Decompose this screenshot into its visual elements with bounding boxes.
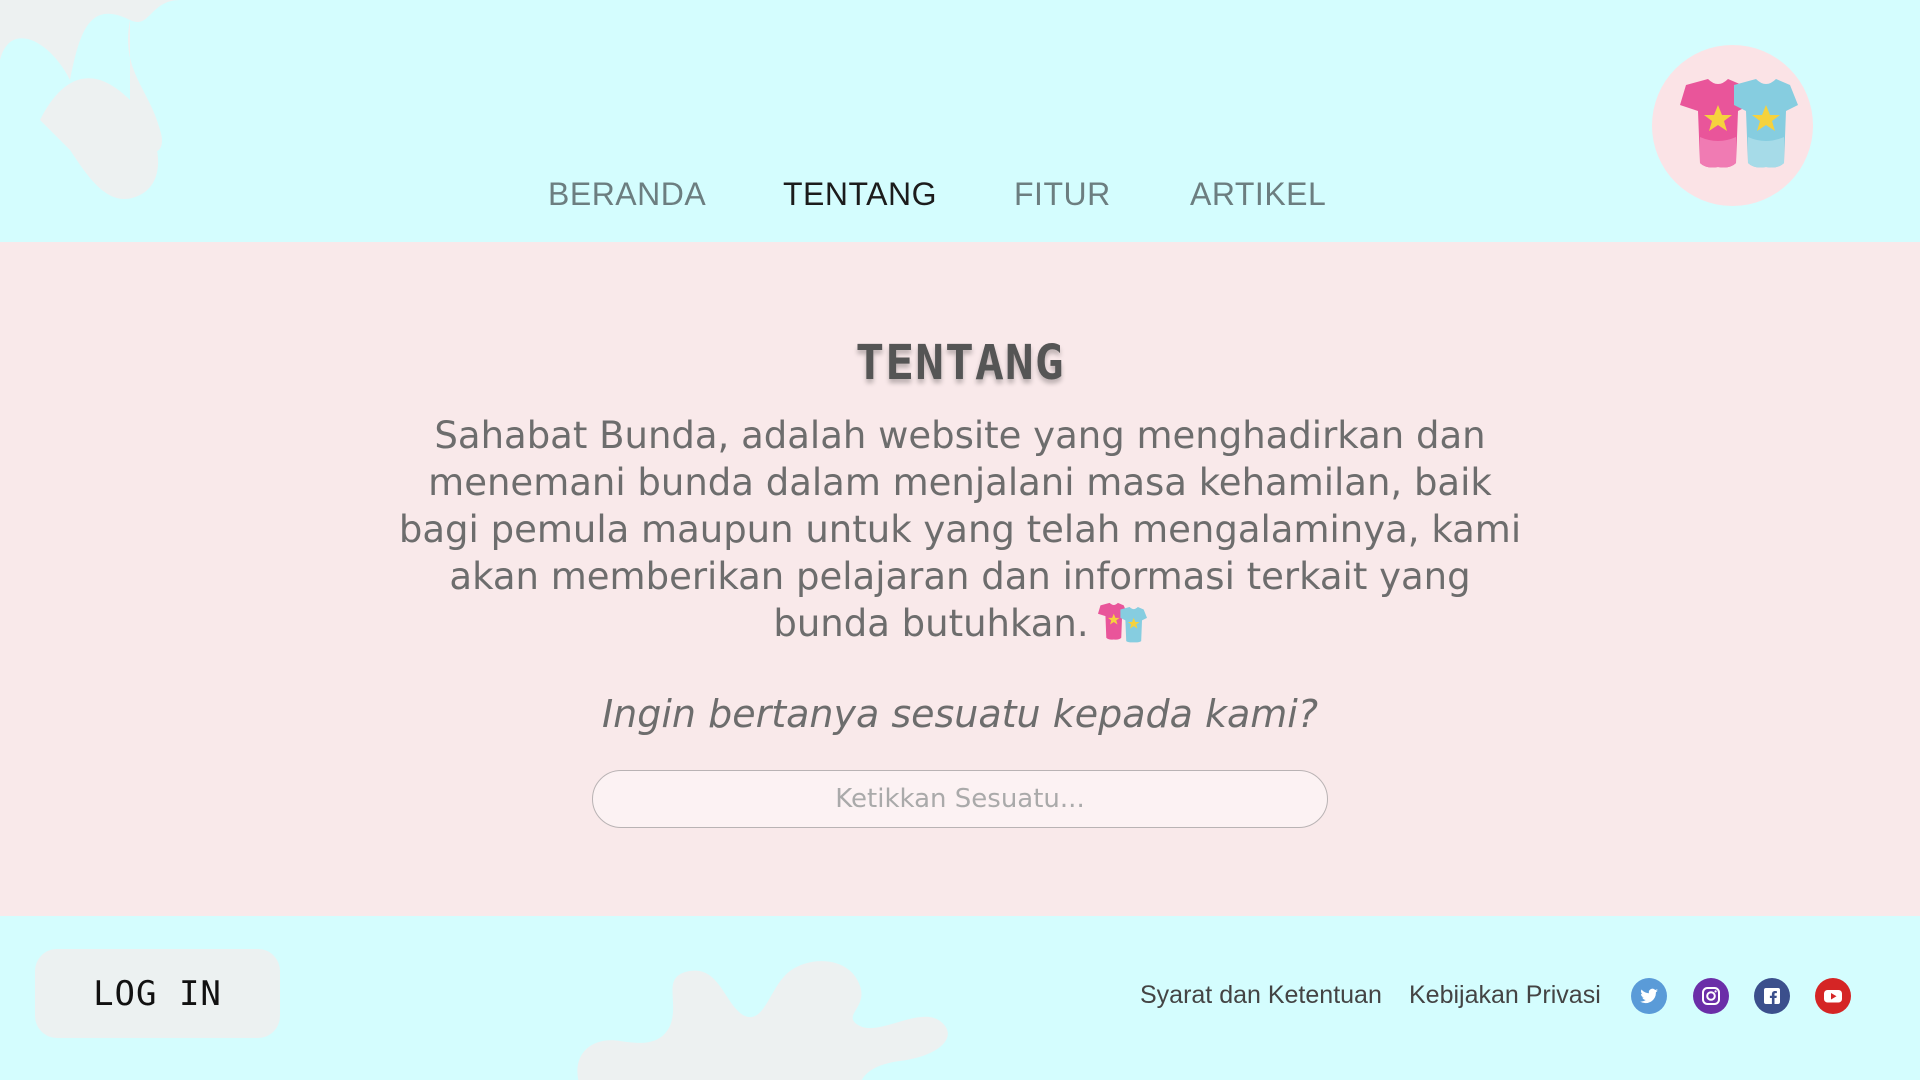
nav-item-beranda[interactable]: BERANDA bbox=[548, 176, 706, 213]
site-logo[interactable] bbox=[1652, 45, 1813, 206]
nav-item-tentang[interactable]: TENTANG bbox=[783, 176, 937, 213]
about-description-text: Sahabat Bunda, adalah website yang mengh… bbox=[398, 414, 1522, 645]
about-section: TENTANG Sahabat Bunda, adalah website ya… bbox=[0, 242, 1920, 916]
instagram-icon bbox=[1702, 987, 1720, 1005]
instagram-link[interactable] bbox=[1693, 978, 1729, 1014]
main-nav: BERANDA TENTANG FITUR ARTIKEL bbox=[0, 176, 1920, 216]
nav-item-fitur[interactable]: FITUR bbox=[1014, 176, 1111, 213]
question-input[interactable] bbox=[592, 770, 1328, 828]
header: BERANDA TENTANG FITUR ARTIKEL bbox=[0, 0, 1920, 242]
about-description: Sahabat Bunda, adalah website yang mengh… bbox=[390, 412, 1530, 655]
baby-onesies-icon bbox=[1680, 79, 1798, 168]
login-button[interactable]: LOG IN bbox=[35, 949, 280, 1038]
nav-item-artikel[interactable]: ARTIKEL bbox=[1190, 176, 1326, 213]
twitter-link[interactable] bbox=[1631, 978, 1667, 1014]
youtube-icon bbox=[1824, 990, 1842, 1003]
youtube-link[interactable] bbox=[1815, 978, 1851, 1014]
baby-onesies-emoji-icon bbox=[1093, 600, 1147, 655]
page-title: TENTANG bbox=[855, 335, 1065, 391]
twitter-icon bbox=[1640, 988, 1658, 1004]
privacy-link[interactable]: Kebijakan Privasi bbox=[1409, 981, 1601, 1010]
facebook-icon bbox=[1764, 988, 1780, 1004]
footer: LOG IN Syarat dan Ketentuan Kebijakan Pr… bbox=[0, 916, 1920, 1080]
facebook-link[interactable] bbox=[1754, 978, 1790, 1014]
question-heading: Ingin bertanya sesuatu kepada kami? bbox=[601, 692, 1319, 736]
terms-link[interactable]: Syarat dan Ketentuan bbox=[1140, 981, 1382, 1010]
decorative-splash bbox=[577, 961, 948, 1080]
